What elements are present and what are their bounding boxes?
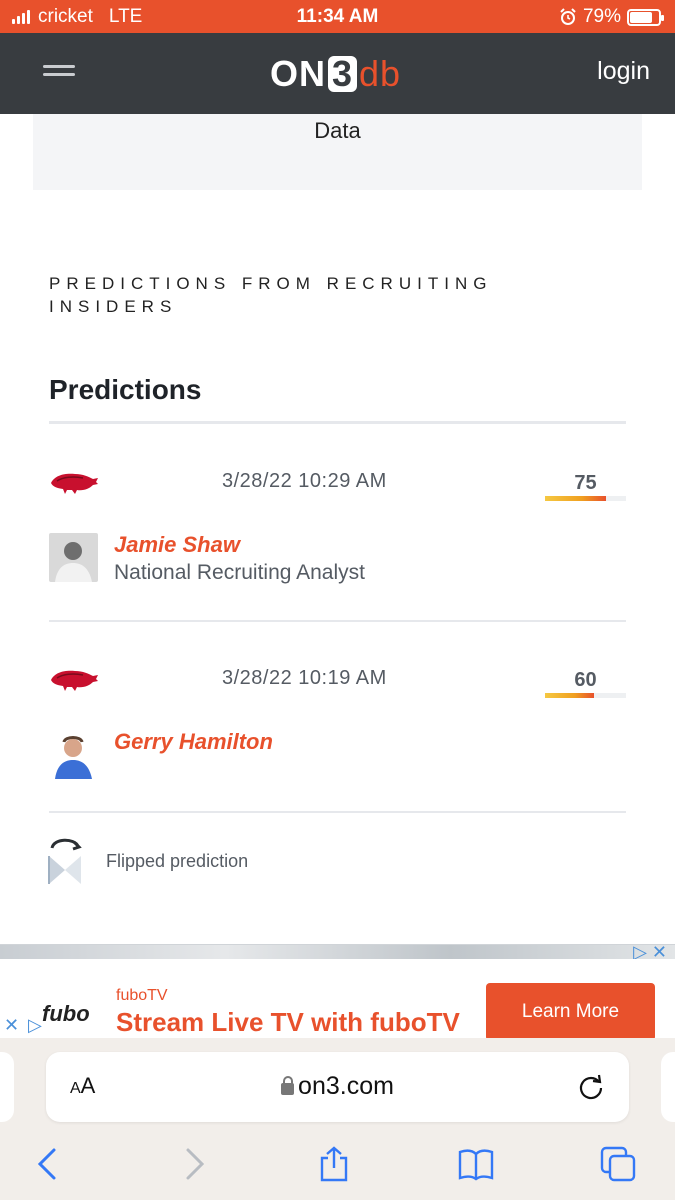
prediction-date: 3/28/22 10:19 AM — [222, 667, 387, 689]
prediction-date: 3/28/22 10:29 AM — [222, 470, 387, 492]
bookmarks-icon[interactable] — [458, 1146, 494, 1182]
avatar[interactable] — [49, 730, 98, 779]
insider-role: National Recruiting Analyst — [114, 561, 365, 584]
alarm-icon — [560, 8, 576, 25]
next-tab-edge[interactable] — [661, 1052, 675, 1122]
insider-name[interactable]: Jamie Shaw — [114, 532, 240, 558]
ad-title[interactable]: Stream Live TV with fuboTV — [116, 1007, 460, 1038]
ad-brand: fuboTV — [116, 987, 168, 1004]
browser-toolbar: AA on3.com — [0, 1038, 675, 1200]
row-divider — [49, 811, 626, 813]
score-bar-fill — [545, 693, 594, 698]
arkansas-razorback-logo-icon — [51, 670, 98, 691]
address-bar[interactable]: AA on3.com — [46, 1052, 629, 1122]
battery-percent: 79% — [582, 6, 621, 27]
forward-icon[interactable] — [176, 1146, 212, 1182]
logo-three-text: 3 — [328, 56, 358, 92]
learn-more-button[interactable]: Learn More — [486, 983, 655, 1041]
battery-fill — [630, 11, 653, 23]
arkansas-razorback-logo-icon — [51, 473, 98, 494]
ad-close-icon[interactable]: ✕ — [4, 1015, 19, 1036]
data-box: Data — [33, 114, 642, 190]
status-bar: cricket LTE 11:34 AM 79% — [0, 0, 675, 33]
menu-icon[interactable] — [43, 65, 75, 83]
reload-icon[interactable] — [577, 1072, 605, 1100]
row-divider — [49, 620, 626, 622]
flipped-prediction-label: Flipped prediction — [106, 851, 249, 871]
ad-choices-icon[interactable]: ▷ — [28, 1015, 42, 1036]
score-bar — [545, 496, 626, 501]
top-navigation: ON 3 db login — [0, 33, 675, 114]
heading-divider — [49, 421, 626, 424]
data-box-text: Data — [314, 118, 361, 143]
avatar[interactable] — [49, 533, 98, 582]
score-bar-fill — [545, 496, 606, 501]
logo-on-text: ON — [270, 53, 326, 94]
ad-image-strip — [0, 945, 675, 959]
logo-db-text: db — [359, 53, 402, 94]
prediction-score: 75 — [574, 472, 597, 494]
flipped-prediction-icon — [48, 838, 82, 884]
tabs-icon[interactable] — [600, 1146, 636, 1182]
score-bar — [545, 693, 626, 698]
lock-icon — [281, 1076, 295, 1095]
advertisement-banner[interactable]: ✕ ▷ fubo fuboTV Stream Live TV with fubo… — [0, 942, 675, 1041]
share-icon[interactable] — [316, 1146, 352, 1182]
prediction-score: 60 — [574, 669, 597, 691]
predictions-heading: Predictions — [49, 374, 202, 405]
back-icon[interactable] — [30, 1146, 66, 1182]
fubo-logo: fubo — [42, 1001, 90, 1026]
section-label: PREDICTIONS FROM RECRUITING INSIDERS — [49, 274, 493, 316]
on3db-logo[interactable]: ON 3 db — [270, 53, 401, 95]
url-display[interactable]: on3.com — [46, 1072, 629, 1101]
previous-tab-edge[interactable] — [0, 1052, 14, 1122]
login-link[interactable]: login — [597, 57, 650, 86]
url-text: on3.com — [298, 1072, 394, 1100]
insider-name[interactable]: Gerry Hamilton — [114, 729, 273, 755]
battery-icon — [627, 8, 664, 26]
